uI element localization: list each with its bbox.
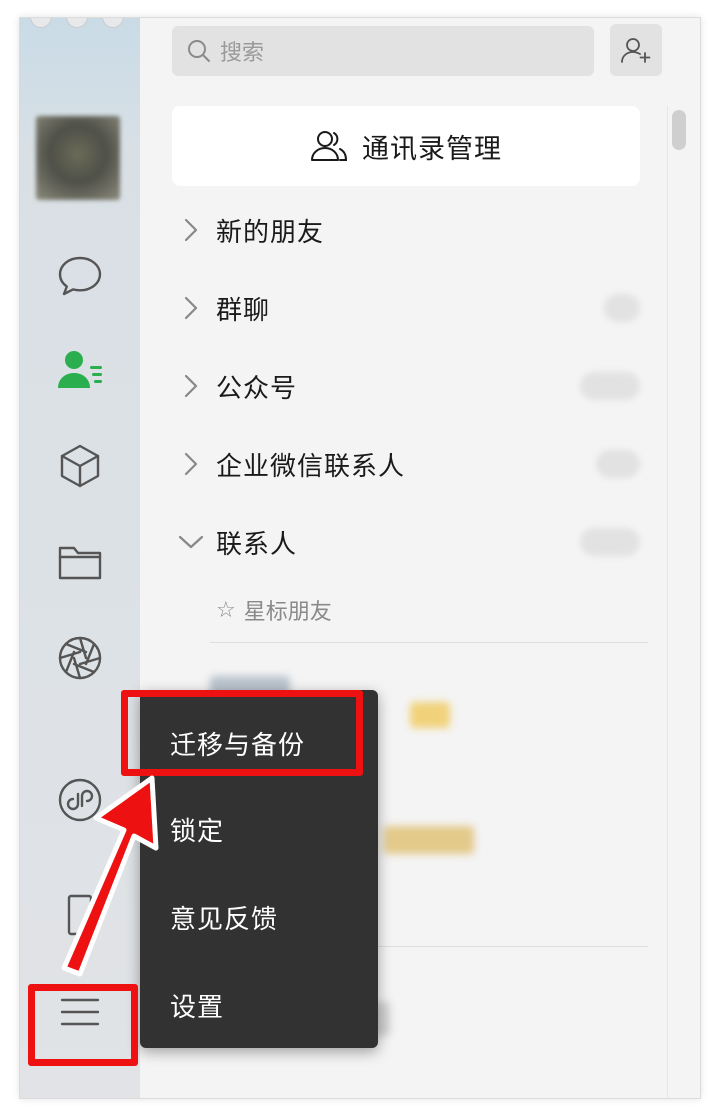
favorites-icon[interactable] [50, 436, 110, 496]
group-label: 群聊 [216, 295, 271, 326]
window-zoom-button[interactable] [102, 18, 124, 28]
chevron-right-icon [184, 296, 198, 320]
group-label: 企业微信联系人 [216, 451, 406, 482]
menu-item-lock[interactable]: 锁定 [140, 786, 378, 872]
count-badge [596, 450, 640, 478]
contacts-manage-label: 通讯录管理 [362, 133, 502, 165]
chat-icon[interactable] [50, 246, 110, 306]
contacts-manage-icon [311, 131, 348, 161]
window-minimize-button[interactable] [66, 18, 88, 28]
search-icon [188, 40, 210, 62]
menu-item-label: 设置 [170, 992, 225, 1023]
chevron-right-icon [184, 218, 198, 242]
phone-icon[interactable] [50, 884, 110, 944]
scroll-track [667, 106, 668, 1098]
chevron-right-icon [184, 452, 198, 476]
files-icon[interactable] [50, 532, 110, 592]
contacts-manage-button[interactable]: 通讯录管理 [172, 106, 640, 186]
count-badge [580, 528, 640, 556]
wechat-window: 搜索 通讯录管理 新的朋友 群聊 公众号 企业微信联系人 联系人 ☆ 星标朋友 … [20, 18, 700, 1098]
group-new-friends[interactable]: 新的朋友 [172, 200, 640, 260]
group-official-accounts[interactable]: 公众号 [172, 356, 640, 416]
menu-item-settings[interactable]: 设置 [140, 962, 378, 1048]
divider [210, 642, 648, 643]
group-label: 公众号 [216, 373, 298, 404]
side-navigation [20, 18, 140, 1098]
group-label: 联系人 [216, 529, 298, 560]
contact-badge [410, 702, 450, 728]
count-badge [580, 372, 640, 400]
starred-friends-header: ☆ 星标朋友 [216, 594, 332, 626]
scrollbar[interactable] [672, 110, 686, 150]
menu-item-feedback[interactable]: 意见反馈 [140, 874, 378, 960]
contacts-icon[interactable] [50, 340, 110, 400]
starred-label: 星标朋友 [243, 600, 332, 625]
chevron-right-icon [184, 374, 198, 398]
menu-item-label: 锁定 [170, 816, 225, 847]
add-contact-button[interactable] [610, 24, 662, 76]
count-badge [604, 294, 640, 322]
contact-name [384, 826, 474, 854]
add-contact-icon [621, 38, 651, 63]
star-icon: ☆ [216, 597, 236, 623]
menu-item-label: 意见反馈 [170, 904, 279, 935]
group-label: 新的朋友 [216, 217, 325, 248]
search-input[interactable]: 搜索 [172, 26, 594, 76]
avatar[interactable] [36, 116, 120, 200]
group-chats[interactable]: 群聊 [172, 278, 640, 338]
window-close-button[interactable] [30, 18, 52, 28]
group-work-contacts[interactable]: 企业微信联系人 [172, 434, 640, 494]
highlight-box-backup [121, 690, 363, 776]
moments-icon[interactable] [50, 628, 110, 688]
highlight-box-menu [28, 984, 138, 1066]
search-placeholder: 搜索 [220, 41, 265, 66]
chevron-down-icon [178, 535, 204, 549]
mini-program-icon[interactable] [50, 770, 110, 830]
group-contacts[interactable]: 联系人 [172, 512, 640, 572]
